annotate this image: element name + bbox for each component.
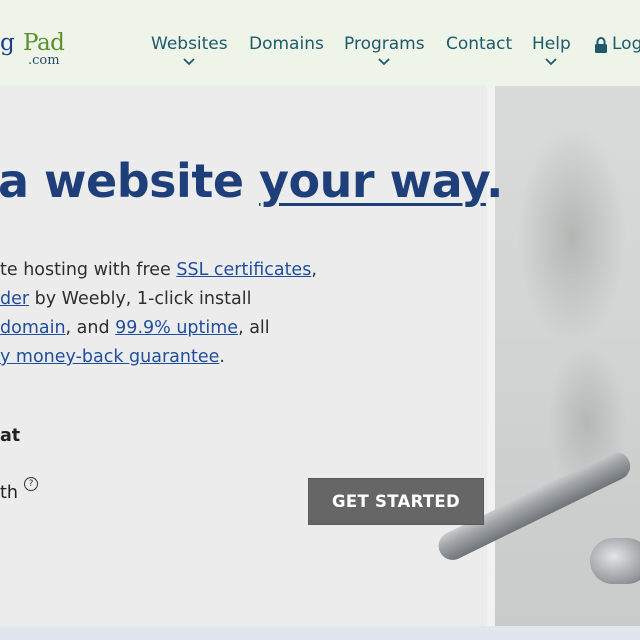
description-text: te hosting with free xyxy=(0,260,177,280)
price-term-label: th xyxy=(0,483,18,503)
price-label: at xyxy=(0,426,21,446)
nav-websites-label: Websites xyxy=(151,34,228,54)
hero-headline: a website your way. xyxy=(0,154,503,208)
nav-domains[interactable]: Domains xyxy=(249,34,324,54)
chevron-down-icon xyxy=(378,58,390,66)
get-started-button[interactable]: GET STARTED xyxy=(308,478,484,525)
lock-icon xyxy=(595,37,607,53)
description-text: , all xyxy=(238,318,270,338)
description-text: , and xyxy=(65,318,116,338)
logo-text-start: g xyxy=(0,30,15,56)
nav-contact-label: Contact xyxy=(446,34,513,54)
ssl-certificates-link[interactable]: SSL certificates xyxy=(176,260,311,280)
nav-programs[interactable]: Programs xyxy=(344,34,425,66)
headline-end: . xyxy=(485,154,503,208)
description-line: der by Weebly, 1-click install xyxy=(0,285,360,314)
chevron-down-icon xyxy=(183,58,195,66)
free-domain-link[interactable]: domain xyxy=(0,318,66,338)
photo-metal-knob xyxy=(590,538,640,584)
site-header: g Pad .com Websites Domains Programs Con… xyxy=(0,0,640,86)
logo-text-dotcom: .com xyxy=(28,53,60,68)
description-line: y money-back guarantee. xyxy=(0,343,360,372)
money-back-guarantee-link[interactable]: y money-back guarantee xyxy=(0,347,219,367)
nav-websites[interactable]: Websites xyxy=(151,34,228,66)
hero-section: a website your way. te hosting with free… xyxy=(0,86,640,626)
nav-login[interactable]: Log xyxy=(612,34,640,54)
hero-description: te hosting with free SSL certificates, d… xyxy=(0,256,360,372)
description-line: te hosting with free SSL certificates, xyxy=(0,256,360,285)
website-builder-link[interactable]: der xyxy=(0,289,29,309)
nav-login-label: Log xyxy=(612,34,640,54)
nav-programs-label: Programs xyxy=(344,34,425,54)
help-circle-icon[interactable]: ? xyxy=(24,477,38,491)
headline-plain: a website xyxy=(0,154,260,208)
site-logo[interactable]: g Pad .com xyxy=(0,30,70,70)
chevron-down-icon xyxy=(545,58,558,66)
description-text: . xyxy=(219,347,225,367)
description-line: domain, and 99.9% uptime, all xyxy=(0,314,360,343)
next-section-edge xyxy=(0,626,640,640)
headline-emphasis: your way xyxy=(259,154,486,208)
description-text: by Weebly, 1-click install xyxy=(29,289,252,309)
nav-contact[interactable]: Contact xyxy=(446,34,512,54)
photo-texture xyxy=(517,126,627,346)
uptime-link[interactable]: 99.9% uptime xyxy=(115,318,238,338)
nav-help-label: Help xyxy=(532,34,571,54)
nav-domains-label: Domains xyxy=(249,34,324,54)
description-text: , xyxy=(311,260,317,280)
nav-help[interactable]: Help xyxy=(532,34,571,66)
